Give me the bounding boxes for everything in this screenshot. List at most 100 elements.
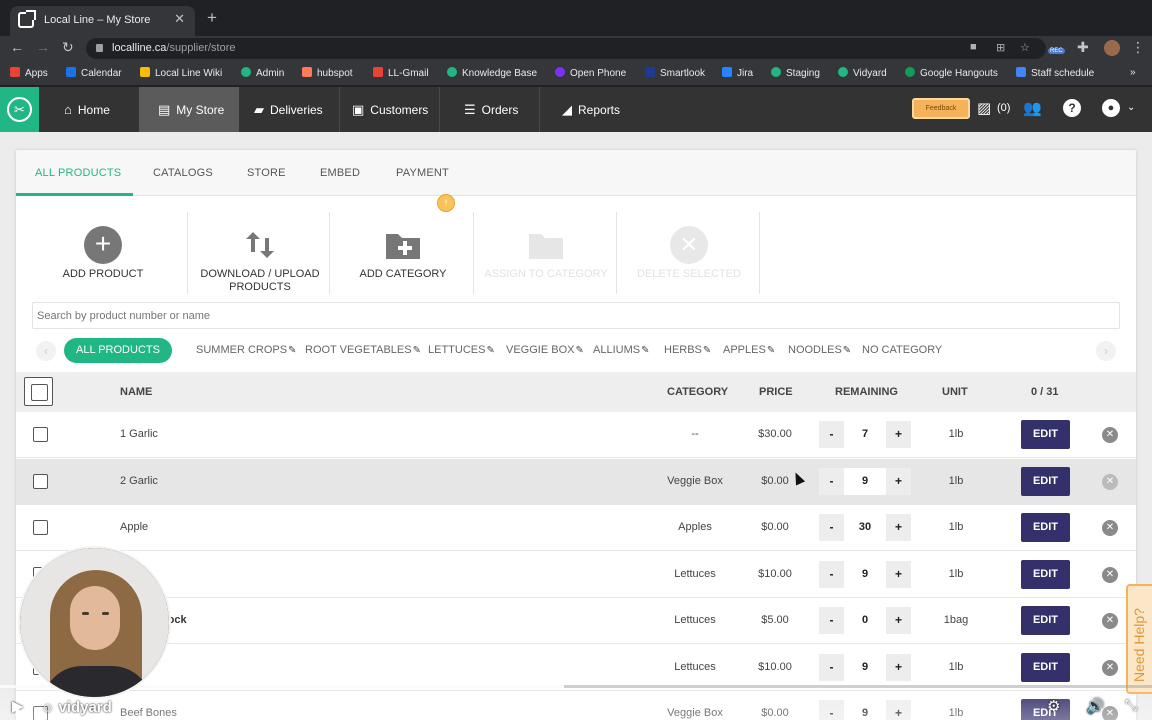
- remove-icon[interactable]: ✕: [1102, 613, 1118, 629]
- edit-button[interactable]: EDIT: [1021, 513, 1070, 542]
- add-product-button[interactable]: + ADD PRODUCT: [32, 212, 174, 298]
- category-noodles[interactable]: NOODLES✎: [788, 344, 851, 356]
- tab-embed[interactable]: EMBED: [320, 167, 360, 179]
- help-icon[interactable]: ?: [1063, 99, 1081, 117]
- fullscreen-exit-icon[interactable]: ⤡: [1125, 697, 1137, 714]
- star-icon[interactable]: ☆: [1020, 41, 1030, 54]
- bookmark-google-hangouts[interactable]: Google Hangouts: [905, 67, 998, 79]
- category-alliums[interactable]: ALLIUMS✎: [593, 344, 649, 356]
- tab-catalogs[interactable]: CATALOGS: [153, 167, 213, 179]
- local-line-logo[interactable]: ✂: [0, 87, 39, 132]
- volume-icon[interactable]: 🔊: [1086, 697, 1105, 715]
- tab-store[interactable]: STORE: [247, 167, 286, 179]
- column-unit[interactable]: UNIT: [942, 386, 968, 398]
- tab-all-products[interactable]: ALL PRODUCTS: [35, 167, 121, 179]
- nav-reports[interactable]: ◢ Reports: [562, 87, 620, 132]
- back-icon[interactable]: ←: [10, 39, 24, 55]
- profile-avatar[interactable]: [1104, 40, 1120, 56]
- url-field[interactable]: localline.ca/supplier/store ■ ⊞ ☆: [86, 38, 1046, 59]
- delete-selected-button[interactable]: ✕ DELETE SELECTED: [618, 212, 760, 298]
- increment-button[interactable]: +: [886, 560, 911, 588]
- table-row[interactable]: 1 Garlic -- $30.00-7 +1lb EDIT ✕: [16, 412, 1136, 458]
- reload-icon[interactable]: ↻: [62, 39, 74, 56]
- edit-button[interactable]: EDIT: [1021, 559, 1070, 589]
- chevron-left-icon[interactable]: ‹: [36, 341, 56, 361]
- remaining-value[interactable]: 9: [844, 560, 886, 588]
- remaining-value[interactable]: 9: [844, 467, 886, 495]
- bookmark-admin[interactable]: Admin: [241, 67, 284, 79]
- select-all-checkbox[interactable]: [24, 377, 53, 406]
- decrement-button[interactable]: -: [819, 467, 844, 495]
- remaining-value[interactable]: 9: [844, 653, 886, 681]
- remove-icon[interactable]: ✕: [1102, 659, 1118, 676]
- table-row[interactable]: …ut of stockLettuces$5.00-0+1bagEDIT✕: [16, 598, 1136, 644]
- remaining-value[interactable]: 30: [844, 514, 886, 541]
- remaining-value[interactable]: 7: [844, 421, 886, 448]
- download-upload-button[interactable]: DOWNLOAD / UPLOAD PRODUCTS: [189, 212, 331, 298]
- decrement-button[interactable]: -: [819, 607, 844, 634]
- decrement-button[interactable]: -: [819, 514, 844, 541]
- column-remaining[interactable]: REMAINING: [835, 386, 898, 398]
- category-no-category[interactable]: NO CATEGORY: [862, 344, 942, 356]
- decrement-button[interactable]: -: [819, 653, 844, 681]
- category-apples[interactable]: APPLES✎: [723, 344, 775, 356]
- increment-button[interactable]: +: [886, 467, 911, 495]
- camera-icon[interactable]: ■: [970, 41, 977, 53]
- increment-button[interactable]: +: [886, 421, 911, 448]
- bookmark-apps[interactable]: Apps: [10, 67, 48, 79]
- bookmark-staging[interactable]: Staging: [771, 67, 820, 79]
- tab-payment[interactable]: PAYMENT: [396, 167, 449, 179]
- nav-my-store[interactable]: ▤ My Store: [139, 87, 239, 132]
- new-tab-icon[interactable]: +: [207, 8, 217, 28]
- extensions-icon[interactable]: ✚: [1077, 39, 1089, 56]
- settings-gear-icon[interactable]: ⚙: [1047, 697, 1060, 715]
- bookmark-vidyard[interactable]: Vidyard: [838, 67, 887, 79]
- category-herbs[interactable]: HERBS✎: [664, 344, 711, 356]
- bookmark-open-phone[interactable]: Open Phone: [555, 67, 626, 79]
- chat-icon[interactable]: ▨: [977, 99, 991, 117]
- decrement-button[interactable]: -: [819, 421, 844, 448]
- category-summer-crops[interactable]: SUMMER CROPS✎: [196, 344, 296, 356]
- category-all-products[interactable]: ALL PRODUCTS: [64, 338, 172, 363]
- row-checkbox[interactable]: [33, 520, 48, 535]
- remove-icon[interactable]: ✕: [1102, 473, 1118, 490]
- row-checkbox[interactable]: [33, 473, 48, 489]
- table-row[interactable]: 2 Garlic Veggie Box $0.00-9 +1lb EDIT ✕: [16, 458, 1136, 505]
- column-category[interactable]: CATEGORY: [667, 386, 728, 398]
- edit-button[interactable]: EDIT: [1021, 420, 1070, 449]
- nav-orders[interactable]: ☰ Orders: [464, 87, 518, 132]
- remaining-value[interactable]: 0: [844, 607, 886, 634]
- account-icon[interactable]: ●: [1102, 99, 1120, 117]
- bookmark-jira[interactable]: Jira: [722, 67, 753, 79]
- nav-home[interactable]: ⌂ Home: [64, 87, 110, 132]
- increment-button[interactable]: +: [886, 653, 911, 681]
- bookmark-ll-gmail[interactable]: LL-Gmail: [373, 67, 429, 79]
- notification-badge[interactable]: !: [437, 194, 455, 212]
- chevron-down-icon[interactable]: ⌄: [1127, 102, 1135, 113]
- edit-button[interactable]: EDIT: [1021, 606, 1070, 635]
- close-tab-icon[interactable]: ✕: [174, 11, 185, 27]
- nav-customers[interactable]: ▣ Customers: [352, 87, 428, 132]
- column-name[interactable]: NAME: [120, 386, 152, 398]
- feedback-button[interactable]: Feedback: [912, 98, 970, 119]
- nav-deliveries[interactable]: ▰ Deliveries: [254, 87, 323, 132]
- category-lettuces[interactable]: LETTUCES✎: [428, 344, 495, 356]
- edit-button[interactable]: EDIT: [1021, 466, 1070, 496]
- forward-icon[interactable]: →: [36, 39, 50, 55]
- category-veggie-box[interactable]: VEGGIE BOX✎: [506, 344, 584, 356]
- team-icon[interactable]: 👥: [1023, 99, 1042, 117]
- bookmark-local-line-wiki[interactable]: Local Line Wiki: [140, 67, 222, 79]
- video-progress-bar[interactable]: [0, 685, 1152, 688]
- need-help-button[interactable]: Need Help?: [1126, 584, 1152, 694]
- bookmark-knowledge-base[interactable]: Knowledge Base: [447, 67, 537, 79]
- rec-badge[interactable]: REC: [1048, 48, 1065, 54]
- table-row[interactable]: …nLettuces$10.00-9+1lbEDIT✕: [16, 551, 1136, 598]
- search-input[interactable]: [33, 303, 1119, 328]
- row-checkbox[interactable]: [33, 427, 48, 442]
- category-root-vegetables[interactable]: ROOT VEGETABLES✎: [305, 344, 421, 356]
- add-category-button[interactable]: ADD CATEGORY: [332, 212, 474, 298]
- remove-icon[interactable]: ✕: [1102, 566, 1118, 583]
- column-price[interactable]: PRICE: [759, 386, 793, 398]
- bookmark-staff-schedule[interactable]: Staff schedule: [1016, 67, 1094, 79]
- increment-button[interactable]: +: [886, 607, 911, 634]
